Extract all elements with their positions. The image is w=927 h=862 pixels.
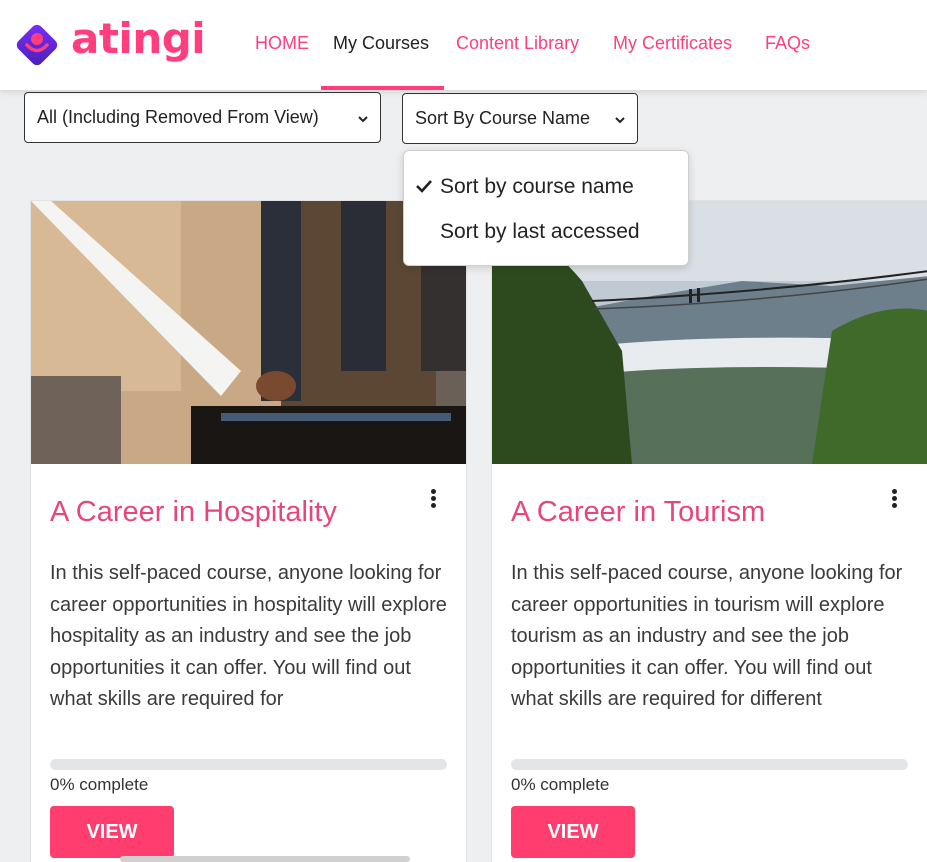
course-title[interactable]: A Career in Tourism (511, 496, 765, 529)
course-card: A Career in Tourism In this self-paced c… (491, 200, 927, 862)
view-course-button[interactable]: VIEW (50, 806, 174, 858)
nav-home[interactable]: HOME (255, 33, 309, 54)
course-title[interactable]: A Career in Hospitality (50, 496, 337, 529)
sort-select[interactable]: Sort By Course Name (402, 93, 638, 144)
nav-my-certificates[interactable]: My Certificates (613, 33, 732, 54)
view-course-button[interactable]: VIEW (511, 806, 635, 858)
sort-option-label: Sort by last accessed (440, 220, 640, 243)
nav-content-library[interactable]: Content Library (456, 33, 579, 54)
more-vertical-icon[interactable] (884, 487, 904, 511)
view-filter-value: All (Including Removed From View) (37, 107, 319, 127)
course-card: A Career in Hospitality In this self-pac… (30, 200, 467, 862)
progress-label: 0% complete (50, 775, 149, 794)
main-nav: HOME My Courses Content Library My Certi… (0, 0, 927, 90)
view-filter-select[interactable]: All (Including Removed From View) (24, 92, 381, 143)
more-vertical-icon[interactable] (423, 487, 443, 511)
chevron-down-icon (358, 115, 368, 122)
sort-option-label: Sort by course name (440, 175, 634, 198)
progress-label: 0% complete (511, 775, 610, 794)
sort-value: Sort By Course Name (415, 108, 591, 128)
hospitality-image (31, 201, 466, 464)
sort-dropdown-menu: Sort by course name Sort by last accesse… (403, 150, 689, 266)
chevron-down-icon (615, 116, 625, 123)
course-description: In this self-paced course, anyone lookin… (50, 562, 447, 710)
nav-faqs[interactable]: FAQs (765, 33, 810, 54)
sort-option-course-name[interactable]: Sort by course name (404, 164, 688, 210)
course-progress-bar (511, 759, 908, 770)
nav-my-courses[interactable]: My Courses (333, 33, 429, 54)
active-nav-indicator (321, 86, 444, 90)
course-description: In this self-paced course, anyone lookin… (511, 562, 903, 710)
horizontal-scrollbar[interactable] (120, 856, 410, 862)
course-progress-bar (50, 759, 447, 770)
top-nav-bar: atingi HOME My Courses Content Library M… (0, 0, 927, 90)
sort-option-last-accessed[interactable]: Sort by last accessed (404, 209, 688, 255)
course-image-hospitality[interactable] (31, 201, 466, 464)
checkmark-icon (416, 180, 432, 193)
